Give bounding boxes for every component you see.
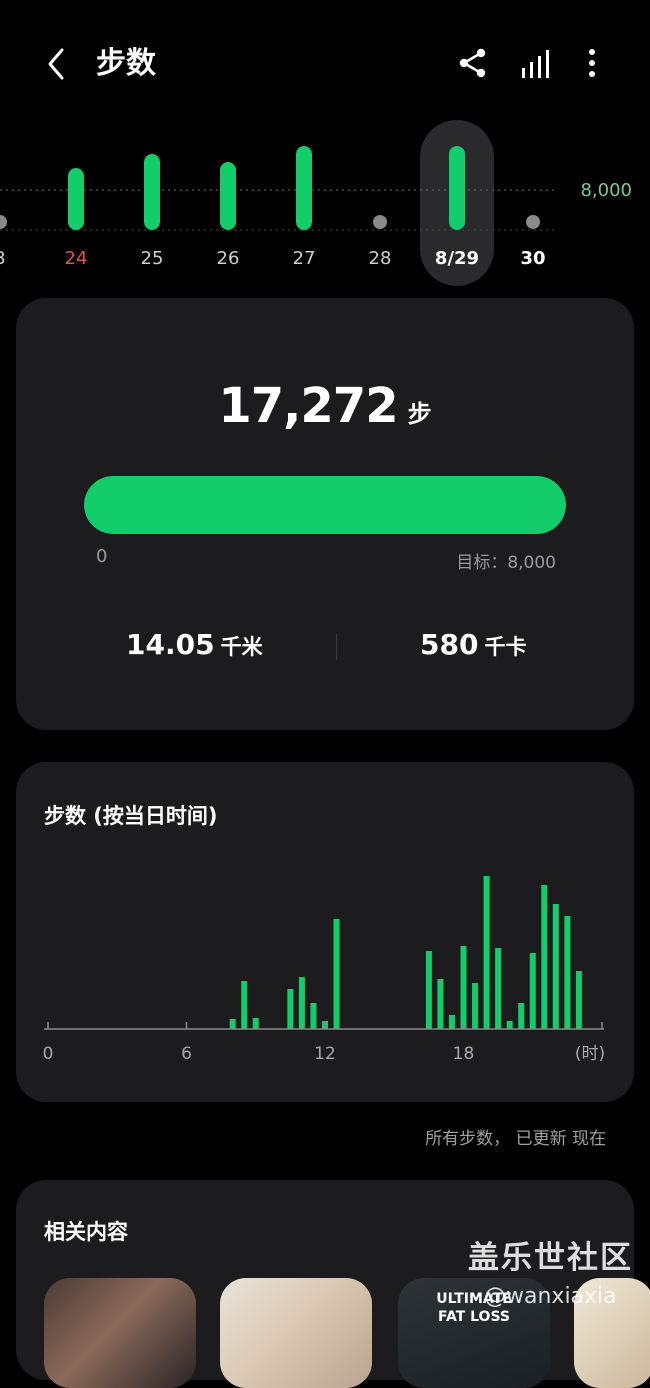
day-bar-8-29[interactable]	[449, 146, 465, 230]
day-dot-28[interactable]	[373, 215, 387, 229]
hourly-bar	[425, 951, 432, 1029]
hourly-bar	[448, 1015, 455, 1029]
share-icon[interactable]	[456, 46, 490, 80]
day-bar-27[interactable]	[296, 146, 312, 230]
x-tick-label: 12	[314, 1044, 336, 1064]
day-label-26[interactable]: 26	[198, 248, 258, 269]
calories-stat: 580 千卡	[420, 628, 526, 661]
day-label-27[interactable]: 27	[274, 248, 334, 269]
watermark-title: 盖乐世社区	[468, 1240, 633, 1276]
hourly-bar	[287, 989, 294, 1029]
hourly-bar	[575, 971, 582, 1029]
hourly-bar	[564, 916, 571, 1029]
distance-stat: 14.05 千米	[126, 628, 263, 661]
hourly-bar	[333, 919, 340, 1029]
hourly-bar	[437, 979, 444, 1029]
hourly-bar	[472, 983, 479, 1029]
signal-bars-icon[interactable]	[518, 46, 554, 80]
hourly-bar	[229, 1019, 236, 1029]
distance-unit: 千米	[220, 635, 263, 659]
related-thumbnail-2[interactable]	[220, 1278, 372, 1388]
hourly-bar	[495, 948, 502, 1029]
hourly-bar	[552, 904, 559, 1029]
page-title: 步数	[96, 46, 156, 81]
goal-value-label: 8,000	[580, 180, 632, 201]
hourly-bar	[460, 946, 467, 1029]
steps-value: 17,272	[218, 378, 398, 434]
day-bar-25[interactable]	[144, 154, 160, 230]
steps-unit: 步	[407, 400, 432, 428]
hourly-bar	[483, 876, 490, 1029]
more-vertical-icon[interactable]	[578, 46, 606, 80]
updated-status: 所有步数， 已更新 现在	[425, 1129, 606, 1149]
hourly-bar	[506, 1021, 513, 1029]
progress-goal-label: 目标：8,000	[456, 553, 556, 573]
calories-unit: 千卡	[484, 635, 527, 659]
day-label-25[interactable]: 25	[122, 248, 182, 269]
hourly-bar	[541, 885, 548, 1029]
related-content-card: 相关内容 ULTIMATE FAT LOSS	[16, 1180, 650, 1388]
hourly-bar	[529, 953, 536, 1029]
day-label-3[interactable]: 3	[0, 248, 30, 269]
day-bar-24[interactable]	[68, 168, 84, 230]
x-tick-label: (时)	[575, 1044, 605, 1064]
hourly-bar	[310, 1003, 317, 1029]
hourly-bar	[252, 1018, 259, 1029]
back-button[interactable]	[40, 44, 76, 84]
hourly-bar	[241, 981, 248, 1029]
hourly-steps-card[interactable]: 0 6 12 18 (时) 步数 (按当日时间)	[16, 762, 634, 1102]
day-dot-3[interactable]	[0, 215, 7, 229]
day-label-28[interactable]: 28	[350, 248, 410, 269]
watermark-handle: @wanxiaxia	[484, 1284, 617, 1309]
progress-min-label: 0	[96, 546, 108, 567]
steps-total: 17,272 步	[16, 378, 634, 434]
day-bar-26[interactable]	[220, 162, 236, 230]
x-tick-label: 18	[453, 1044, 475, 1064]
day-label-24[interactable]: 24	[46, 248, 106, 269]
steps-progress-bar	[84, 476, 566, 534]
hourly-bar	[518, 1003, 525, 1029]
distance-value: 14.05	[126, 628, 215, 661]
hourly-chart-title: 步数 (按当日时间)	[44, 804, 218, 828]
stat-divider	[336, 634, 337, 660]
calories-value: 580	[420, 628, 479, 661]
related-thumbnail-1[interactable]	[44, 1278, 196, 1388]
x-tick-label: 0	[43, 1044, 54, 1064]
day-label-30[interactable]: 30	[503, 248, 563, 269]
weekly-steps-strip[interactable]	[0, 110, 650, 300]
hourly-bar	[298, 977, 305, 1029]
related-title: 相关内容	[44, 1220, 128, 1244]
summary-card: 17,272 步 0 目标：8,000 14.05 千米 580 千卡	[16, 298, 634, 730]
day-dot-30[interactable]	[526, 215, 540, 229]
day-label-8-29[interactable]: 8/29	[427, 248, 487, 269]
x-tick-label: 6	[181, 1044, 192, 1064]
steps-progress-fill	[84, 476, 566, 534]
